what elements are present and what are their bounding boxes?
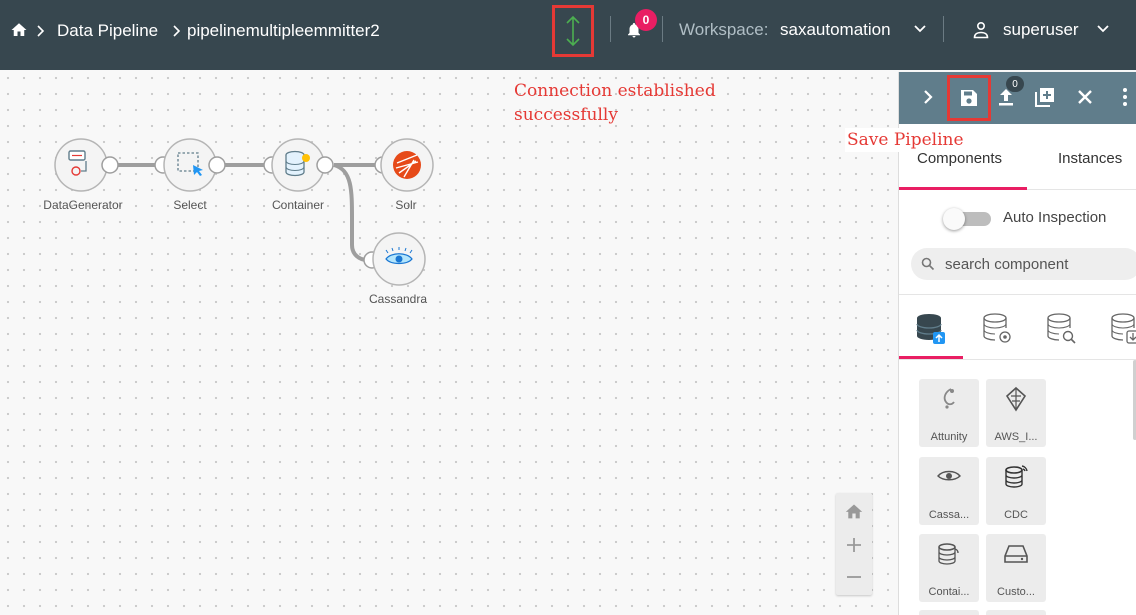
component-label: Attunity [930, 431, 968, 443]
auto-inspection-label: Auto Inspection [1003, 209, 1107, 226]
search-icon [921, 257, 935, 271]
zoom-controls [836, 493, 872, 595]
chevron-down-icon[interactable] [914, 24, 926, 34]
close-icon[interactable] [1074, 86, 1096, 108]
component-tile-custom[interactable]: Custo... [986, 534, 1046, 602]
attunity-icon [943, 388, 955, 409]
pipeline-canvas[interactable]: DataGenerator Select Container Solr Cass… [0, 70, 898, 615]
component-panel: 0 Save Pipeline Components Instances Aut… [845, 72, 1136, 615]
node-label-cassandra: Cassandra [368, 292, 428, 306]
workspace-label: Workspace: [679, 20, 769, 39]
save-pipeline-button[interactable] [947, 75, 991, 121]
tab-instances[interactable]: Instances [1058, 150, 1122, 167]
component-label: CDC [1004, 509, 1028, 521]
annotation-save-pipeline: Save Pipeline [845, 128, 966, 152]
user-icon[interactable] [973, 21, 989, 39]
category-divider [899, 294, 1136, 295]
annotation-connection-line1: Connection established [514, 81, 716, 101]
panel-toolbar: 0 [899, 72, 1136, 124]
component-tile-partial[interactable] [986, 610, 1046, 615]
chevron-down-icon[interactable] [1097, 24, 1109, 34]
node-container[interactable] [263, 138, 334, 192]
zoom-out-button[interactable] [836, 561, 872, 593]
node-datagenerator[interactable] [54, 138, 119, 192]
breadcrumb-data-pipeline[interactable]: Data Pipeline [57, 0, 158, 62]
pipeline-graph [54, 138, 434, 286]
node-solr[interactable] [374, 138, 434, 192]
component-search [911, 248, 1136, 280]
more-vert-icon[interactable] [1114, 86, 1136, 108]
solr-icon [393, 151, 421, 179]
component-label: AWS_I... [994, 431, 1038, 443]
chevron-right-icon [37, 25, 45, 37]
cassandra-icon [937, 470, 961, 481]
edge-container-cassandra [333, 163, 368, 262]
chevron-right-icon [173, 25, 181, 37]
category-sources-icon[interactable] [915, 312, 947, 346]
aws-iot-icon [1005, 386, 1027, 412]
cdc-icon [1005, 465, 1028, 488]
breadcrumb-pipeline-name: pipelinemultipleemmitter2 [187, 21, 380, 40]
annotation-connection-line2: successfully [514, 105, 618, 125]
divider [662, 16, 663, 42]
custom-icon [1004, 545, 1028, 563]
component-tile-container[interactable]: Contai... [919, 534, 979, 602]
category-analytics-icon[interactable] [1045, 312, 1077, 346]
auto-inspection-toggle[interactable] [943, 208, 991, 230]
plus-icon [847, 538, 861, 552]
home-icon [845, 504, 863, 519]
node-select[interactable] [154, 138, 226, 192]
zoom-reset-button[interactable] [836, 495, 872, 527]
divider [610, 16, 611, 42]
home-icon[interactable] [10, 21, 28, 39]
tab-active-indicator [899, 187, 1027, 190]
component-label: Cassa... [928, 509, 970, 521]
search-input[interactable] [945, 248, 1135, 280]
category-divider [899, 359, 1136, 360]
user-menu[interactable]: superuser [1003, 20, 1079, 40]
upload-badge: 0 [1006, 76, 1024, 92]
divider [943, 16, 944, 42]
component-tile-cdc[interactable]: CDC [986, 457, 1046, 525]
chevron-right-icon[interactable] [917, 86, 939, 108]
connection-arrows-icon [566, 15, 580, 47]
component-label: Contai... [928, 586, 970, 598]
node-label-datagenerator: DataGenerator [43, 198, 123, 212]
connection-status-button[interactable] [552, 5, 594, 57]
zoom-in-button[interactable] [836, 529, 872, 561]
container-icon [938, 543, 959, 565]
component-label: Custo... [997, 586, 1035, 598]
annotation-connection: Connection established successfully [514, 79, 716, 127]
node-label-container: Container [271, 198, 325, 212]
minus-icon [847, 576, 861, 578]
notification-badge: 0 [635, 9, 657, 31]
component-tile-aws-iot[interactable]: AWS_I... [986, 379, 1046, 447]
add-box-icon[interactable] [1034, 86, 1056, 108]
category-processors-icon[interactable] [981, 312, 1013, 346]
save-icon [961, 90, 977, 106]
category-active-indicator [899, 356, 963, 359]
component-tile-cassandra[interactable]: Cassa... [919, 457, 979, 525]
top-bar: Data Pipeline pipelinemultipleemmitter2 … [0, 0, 1136, 70]
node-label-select: Select [173, 198, 207, 212]
workspace-selector[interactable]: saxautomation [780, 20, 891, 40]
tab-components[interactable]: Components [917, 150, 1002, 167]
component-tile-attunity[interactable]: Attunity [919, 379, 979, 447]
node-label-solr: Solr [395, 198, 417, 212]
category-emitters-icon[interactable] [1109, 312, 1136, 346]
component-tile-partial[interactable] [919, 610, 979, 615]
node-cassandra[interactable] [363, 232, 426, 286]
